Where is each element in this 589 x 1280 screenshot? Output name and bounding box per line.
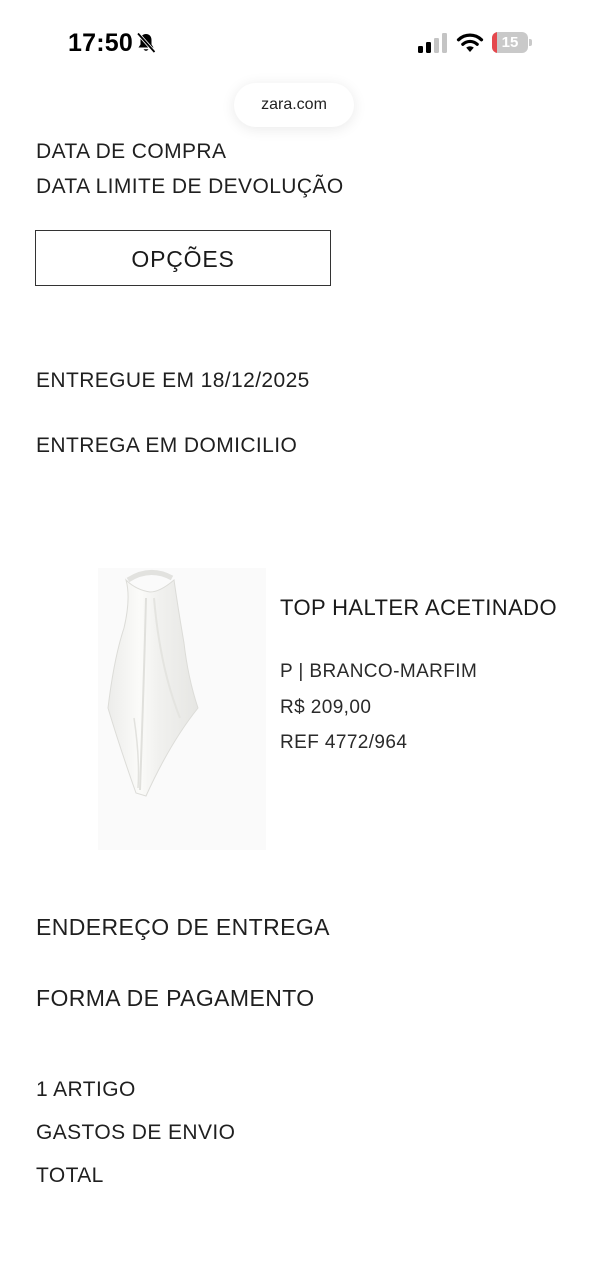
halter-top-illustration <box>107 570 199 797</box>
battery-icon: 15 <box>492 32 532 53</box>
battery-level: 15 <box>501 34 519 51</box>
status-time: 17:50 <box>68 29 133 57</box>
payment-method-section[interactable]: FORMA DE PAGAMENTO <box>36 985 315 1012</box>
delivered-status: ENTREGUE EM 18/12/2025 <box>36 369 310 392</box>
wifi-icon <box>456 33 484 52</box>
delivery-address-section[interactable]: ENDEREÇO DE ENTREGA <box>36 914 330 941</box>
purchase-date-label: DATA DE COMPRA <box>36 140 227 163</box>
return-deadline-label: DATA LIMITE DE DEVOLUÇÃO <box>36 175 344 198</box>
product-name[interactable]: TOP HALTER ACETINADO <box>280 595 557 621</box>
bell-slash-icon <box>136 32 156 54</box>
total-label: TOTAL <box>36 1164 104 1187</box>
options-button[interactable]: OPÇÕES <box>35 230 331 286</box>
product-image[interactable] <box>98 568 266 850</box>
shipping-label: GASTOS DE ENVIO <box>36 1121 236 1144</box>
product-price: R$ 209,00 <box>280 697 372 718</box>
delivery-method: ENTREGA EM DOMICILIO <box>36 434 298 457</box>
product-reference: REF 4772/964 <box>280 732 408 753</box>
url-bar[interactable]: zara.com <box>234 83 354 127</box>
status-bar: 17:50 15 <box>0 0 589 84</box>
product-size-color: P | BRANCO-MARFIM <box>280 661 478 682</box>
cellular-signal-icon <box>418 33 447 53</box>
items-count: 1 ARTIGO <box>36 1078 136 1101</box>
